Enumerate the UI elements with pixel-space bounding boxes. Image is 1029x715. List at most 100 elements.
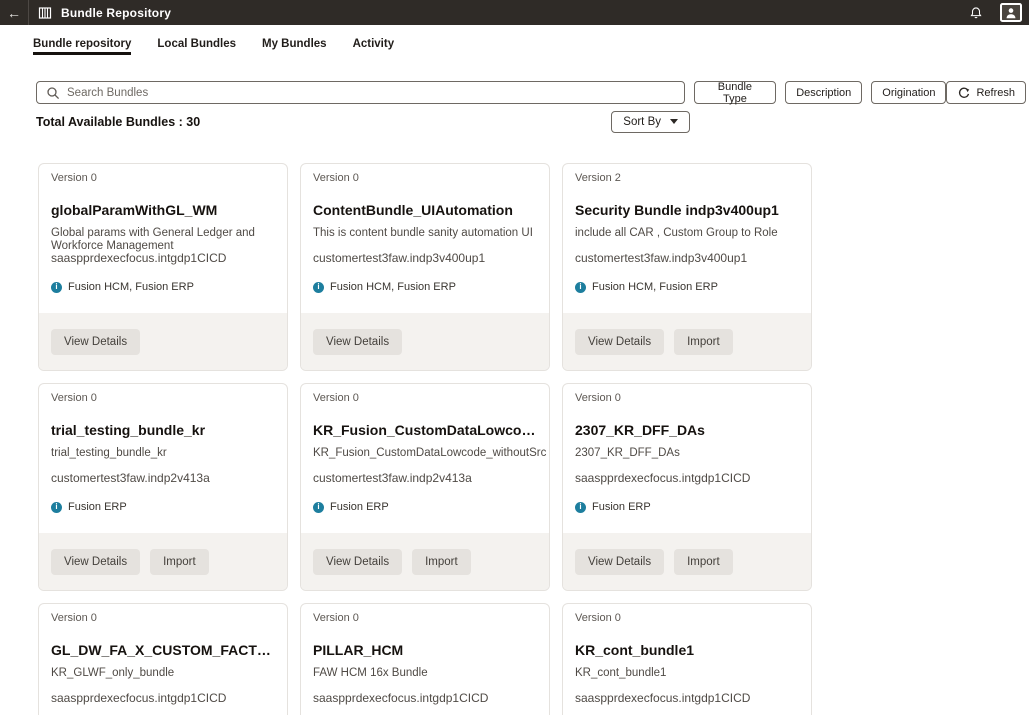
toolbar: Bundle Type Description Origination Refr… [36,81,1026,104]
import-button[interactable]: Import [674,549,733,575]
bundle-applications-row: i Fusion HCM, Fusion ERP [575,281,799,293]
bundle-version: Version 0 [313,392,537,405]
chevron-down-icon [670,119,678,124]
bundle-title: trial_testing_bundle_kr [51,422,275,438]
total-bundles-label: Total Available Bundles : 30 [36,115,200,129]
back-button[interactable]: ← [0,0,29,25]
app-header: ← Bundle Repository [0,0,1029,25]
bundle-type-filter-button[interactable]: Bundle Type [694,81,777,104]
sort-by-dropdown[interactable]: Sort By [611,111,690,133]
bundle-version: Version 2 [575,172,799,185]
tab-activity[interactable]: Activity [353,38,395,55]
bundle-description: This is content bundle sanity automation… [313,227,537,252]
bundle-version: Version 0 [575,612,799,625]
bundle-card: Version 0 KR_cont_bundle1 KR_cont_bundle… [562,603,812,715]
bundle-repository-icon [38,6,52,20]
bundle-title: PILLAR_HCM [313,642,537,658]
bundle-version: Version 0 [313,172,537,185]
bundle-applications: Fusion HCM, Fusion ERP [68,281,194,293]
bundle-card: Version 0 trial_testing_bundle_kr trial_… [38,383,288,591]
bundle-version: Version 0 [575,392,799,405]
bundle-card-footer: View Details [39,313,287,370]
refresh-icon [957,86,970,99]
bundle-card-footer: View Details [301,313,549,370]
import-button[interactable]: Import [412,549,471,575]
bundle-applications: Fusion HCM, Fusion ERP [330,281,456,293]
view-details-button[interactable]: View Details [313,549,402,575]
bundle-card-footer: View Details Import [301,533,549,590]
info-icon: i [313,282,324,293]
bundle-description: KR_cont_bundle1 [575,667,799,692]
origination-filter-button[interactable]: Origination [871,81,946,104]
description-filter-button[interactable]: Description [785,81,862,104]
search-input[interactable] [67,87,675,99]
bundle-title: Security Bundle indp3v400up1 [575,202,799,218]
bundle-card: Version 2 Security Bundle indp3v400up1 i… [562,163,812,371]
page-title: Bundle Repository [61,6,171,20]
bundle-title: globalParamWithGL_WM [51,202,275,218]
bundle-source: saaspprdexecfocus.intgdp1CICD [51,692,275,705]
bundle-description: KR_Fusion_CustomDataLowcode_withoutSrc [313,447,537,472]
info-icon: i [51,502,62,513]
bundle-source: customertest3faw.indp3v400up1 [313,252,537,265]
user-avatar-icon[interactable] [1000,3,1022,22]
info-icon: i [575,282,586,293]
bundle-source: customertest3faw.indp3v400up1 [575,252,799,265]
bundle-applications: Fusion ERP [592,501,651,513]
bundle-version: Version 0 [51,612,275,625]
sort-by-label: Sort By [623,116,661,128]
bundle-applications-row: i Fusion HCM, Fusion ERP [51,281,275,293]
bundle-description: trial_testing_bundle_kr [51,447,275,472]
bundle-description: FAW HCM 16x Bundle [313,667,537,692]
tab-local-bundles[interactable]: Local Bundles [157,38,236,55]
bundle-card-footer: View Details Import [563,533,811,590]
bundle-source: saaspprdexecfocus.intgdp1CICD [51,252,275,265]
bundle-card-footer: View Details Import [39,533,287,590]
tab-bar: Bundle repository Local Bundles My Bundl… [33,38,1029,55]
bundle-title: KR_Fusion_CustomDataLowcode_wit... [313,422,537,438]
bundle-applications-row: i Fusion ERP [313,501,537,513]
bundle-title: 2307_KR_DFF_DAs [575,422,799,438]
info-icon: i [51,282,62,293]
bundle-source: customertest3faw.indp2v413a [313,472,537,485]
bundle-grid: Version 0 globalParamWithGL_WM Global pa… [38,163,812,715]
bundle-applications: Fusion ERP [330,501,389,513]
search-box [36,81,685,104]
search-icon [46,86,60,100]
notifications-bell-icon[interactable] [969,6,983,20]
bundle-applications-row: i Fusion ERP [575,501,799,513]
summary-row: Total Available Bundles : 30 Sort By [36,110,690,133]
bundle-applications-row: i Fusion ERP [51,501,275,513]
bundle-card: Version 0 KR_Fusion_CustomDataLowcode_wi… [300,383,550,591]
bundle-card: Version 0 2307_KR_DFF_DAs 2307_KR_DFF_DA… [562,383,812,591]
refresh-button[interactable]: Refresh [946,81,1026,104]
bundle-title: ContentBundle_UIAutomation [313,202,537,218]
view-details-button[interactable]: View Details [51,549,140,575]
bundle-card: Version 0 globalParamWithGL_WM Global pa… [38,163,288,371]
refresh-label: Refresh [976,87,1015,99]
bundle-description: 2307_KR_DFF_DAs [575,447,799,472]
bundle-version: Version 0 [313,612,537,625]
bundle-title: GL_DW_FA_X_CUSTOM_FACT_GLDET... [51,642,275,658]
bundle-description: KR_GLWF_only_bundle [51,667,275,692]
view-details-button[interactable]: View Details [51,329,140,355]
bundle-source: saaspprdexecfocus.intgdp1CICD [575,692,799,705]
bundle-description: include all CAR , Custom Group to Role [575,227,799,252]
bundle-description: Global params with General Ledger and Wo… [51,227,275,252]
bundle-title: KR_cont_bundle1 [575,642,799,658]
info-icon: i [575,502,586,513]
import-button[interactable]: Import [674,329,733,355]
view-details-button[interactable]: View Details [575,329,664,355]
tab-bundle-repository[interactable]: Bundle repository [33,38,131,55]
bundle-source: saaspprdexecfocus.intgdp1CICD [575,472,799,485]
bundle-card: Version 0 ContentBundle_UIAutomation Thi… [300,163,550,371]
tab-my-bundles[interactable]: My Bundles [262,38,327,55]
import-button[interactable]: Import [150,549,209,575]
bundle-source: saaspprdexecfocus.intgdp1CICD [313,692,537,705]
bundle-version: Version 0 [51,172,275,185]
view-details-button[interactable]: View Details [313,329,402,355]
bundle-card-footer: View Details Import [563,313,811,370]
bundle-card: Version 0 PILLAR_HCM FAW HCM 16x Bundle … [300,603,550,715]
view-details-button[interactable]: View Details [575,549,664,575]
bundle-version: Version 0 [51,392,275,405]
